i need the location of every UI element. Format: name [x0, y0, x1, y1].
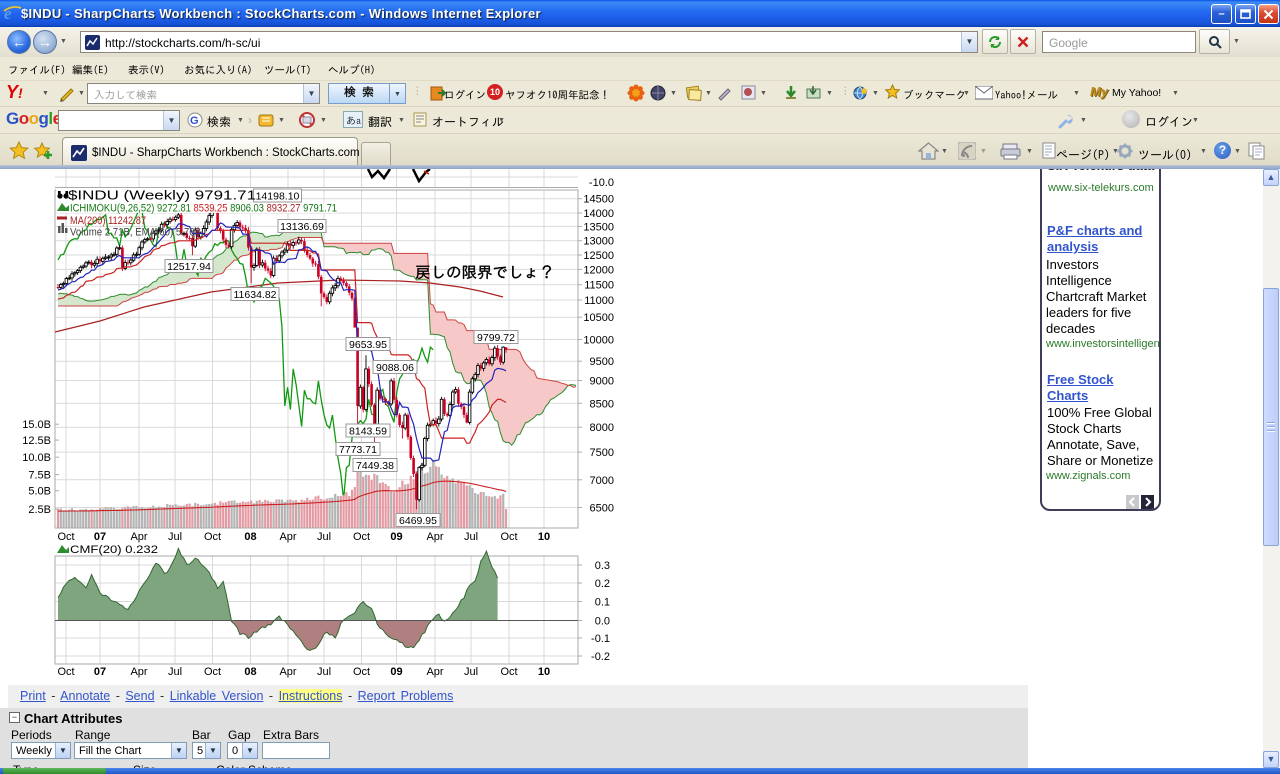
- svg-text:14198.10: 14198.10: [256, 191, 300, 203]
- svg-text:07: 07: [94, 531, 106, 543]
- svg-text:8143.59: 8143.59: [349, 426, 387, 438]
- svg-text:7.5B: 7.5B: [28, 470, 51, 482]
- svg-text:12.5B: 12.5B: [22, 435, 51, 447]
- svg-text:Oct: Oct: [353, 666, 370, 678]
- svg-text:Apr: Apr: [279, 531, 296, 543]
- svg-text:Oct: Oct: [204, 666, 221, 678]
- svg-text:Jul: Jul: [168, 666, 182, 678]
- svg-text:-10.0: -10.0: [589, 177, 614, 189]
- svg-text:Jul: Jul: [317, 531, 331, 543]
- svg-text:12500: 12500: [583, 250, 614, 262]
- svg-text:14000: 14000: [583, 208, 614, 220]
- svg-text:Jul: Jul: [317, 666, 331, 678]
- svg-text:Jul: Jul: [464, 531, 478, 543]
- svg-text:Oct: Oct: [57, 531, 74, 543]
- svg-text:7773.71: 7773.71: [339, 444, 377, 456]
- svg-text:8000: 8000: [590, 422, 614, 434]
- svg-text:7000: 7000: [590, 475, 614, 487]
- svg-text:10500: 10500: [583, 312, 614, 324]
- svg-text:10000: 10000: [583, 335, 614, 347]
- svg-text:Oct: Oct: [204, 531, 221, 543]
- svg-text:15.0B: 15.0B: [22, 419, 51, 431]
- svg-text:Volume 2.71B, EMA(60) 5.76B: Volume 2.71B, EMA(60) 5.76B: [70, 227, 201, 239]
- svg-text:MA(200) 11242.87: MA(200) 11242.87: [70, 215, 146, 227]
- svg-text:ICHIMOKU(9,26,52) 9272.81 8539: ICHIMOKU(9,26,52) 9272.81 8539.25 8906.0…: [70, 203, 337, 215]
- svg-text:11000: 11000: [584, 295, 614, 307]
- svg-text:7500: 7500: [590, 447, 614, 459]
- svg-text:10.0B: 10.0B: [22, 452, 51, 464]
- svg-text:CMF(20) 0.232: CMF(20) 0.232: [70, 544, 158, 556]
- svg-text:0.0: 0.0: [595, 616, 610, 628]
- svg-text:G: G: [190, 115, 199, 127]
- svg-text:-0.2: -0.2: [591, 651, 610, 663]
- svg-text:9653.95: 9653.95: [349, 339, 387, 351]
- svg-text:$INDU (Weekly) 9791.71: $INDU (Weekly) 9791.71: [68, 189, 256, 203]
- svg-text:10: 10: [538, 531, 550, 543]
- svg-text:-0.1: -0.1: [591, 633, 610, 645]
- svg-text:6500: 6500: [590, 503, 614, 515]
- svg-text:12000: 12000: [583, 264, 614, 276]
- svg-text:2.5B: 2.5B: [28, 504, 51, 516]
- svg-text:08: 08: [244, 531, 256, 543]
- svg-text:Jul: Jul: [464, 666, 478, 678]
- svg-text:0.2: 0.2: [595, 578, 610, 590]
- svg-text:13000: 13000: [583, 236, 614, 248]
- svg-text:9799.72: 9799.72: [477, 332, 515, 344]
- svg-text:9088.06: 9088.06: [376, 362, 414, 374]
- svg-text:11634.82: 11634.82: [233, 289, 276, 301]
- svg-text:Apr: Apr: [130, 666, 147, 678]
- svg-text:11500: 11500: [584, 280, 614, 292]
- svg-text:12517.94: 12517.94: [167, 261, 211, 273]
- svg-text:9000: 9000: [590, 376, 614, 388]
- svg-text:Oct: Oct: [500, 666, 517, 678]
- svg-text:6469.95: 6469.95: [399, 515, 437, 527]
- svg-text:Jul: Jul: [168, 531, 182, 543]
- svg-text:09: 09: [390, 666, 402, 678]
- svg-text:07: 07: [94, 666, 106, 678]
- svg-text:Oct: Oct: [57, 666, 74, 678]
- svg-text:Apr: Apr: [426, 666, 443, 678]
- svg-text:13136.69: 13136.69: [280, 221, 324, 233]
- svg-text:7449.38: 7449.38: [356, 460, 394, 472]
- svg-text:Oct: Oct: [500, 531, 517, 543]
- svg-text:09: 09: [390, 531, 402, 543]
- svg-text:14500: 14500: [583, 194, 614, 206]
- svg-text:08: 08: [244, 666, 256, 678]
- svg-text:0.1: 0.1: [595, 597, 610, 609]
- svg-text:Oct: Oct: [353, 531, 370, 543]
- svg-text:9500: 9500: [590, 356, 614, 368]
- svg-text:0.3: 0.3: [595, 560, 610, 572]
- svg-text:8500: 8500: [590, 398, 614, 410]
- svg-text:Apr: Apr: [426, 531, 443, 543]
- svg-text:5.0B: 5.0B: [28, 486, 51, 498]
- svg-text:Apr: Apr: [279, 666, 296, 678]
- svg-text:Apr: Apr: [130, 531, 147, 543]
- svg-text:13500: 13500: [583, 221, 614, 233]
- svg-text:10: 10: [538, 666, 550, 678]
